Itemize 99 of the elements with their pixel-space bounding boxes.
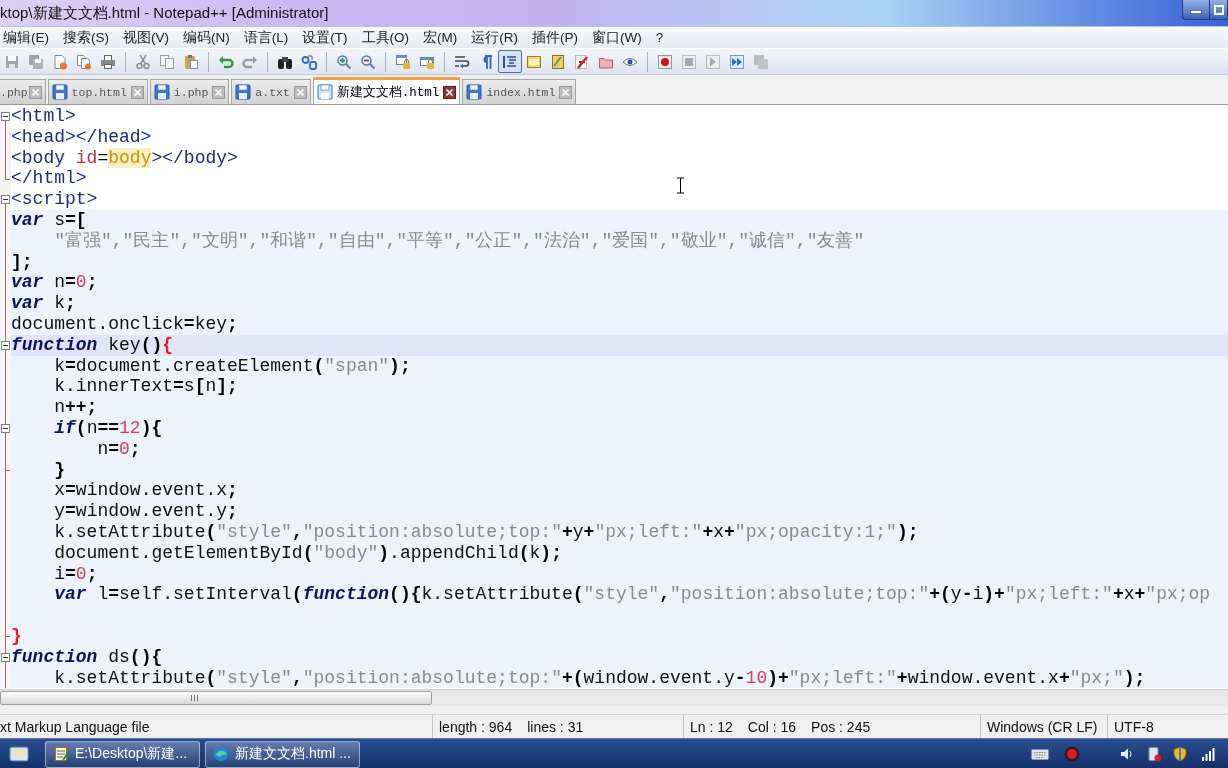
code-line: n=0; [97, 438, 141, 460]
swap-icon [301, 53, 317, 70]
panel-icon [526, 53, 542, 70]
notepad-icon [53, 746, 69, 762]
status-text: UTF-8 [1114, 718, 1154, 735]
code-line: x=window.event.x; [54, 480, 238, 502]
page-slash-icon [574, 53, 590, 70]
scrollbar-thumb[interactable] [0, 691, 432, 705]
code-line: <script> [11, 189, 98, 210]
documents-dot-icon [76, 53, 92, 70]
status-text: length : 964 [439, 718, 513, 735]
record-icon[interactable] [1064, 746, 1080, 762]
code-line: k=document.createElement("span"); [54, 355, 411, 377]
status-text: lines : 31 [527, 718, 584, 735]
code-line: function key(){ [11, 334, 174, 356]
code-line: k.setAttribute("style","position:absolute;top:"+(window.event.y-10)+"px;left:"+window.event.x+"px;"); [54, 667, 1146, 689]
signal-bars-icon[interactable] [1201, 746, 1216, 762]
minimize-button[interactable] [1182, 0, 1210, 20]
file-tab[interactable]: .php [0, 79, 46, 104]
zoom-in-icon [336, 53, 352, 70]
menu-item[interactable]: 编辑(E) [0, 28, 52, 47]
code-line: } [11, 625, 22, 647]
menu-item[interactable]: 设置(T) [299, 28, 351, 47]
window-frame-icon [1213, 4, 1224, 15]
text-cursor-icon [676, 177, 685, 194]
code-line: ]; [11, 251, 33, 273]
taskbar-button[interactable]: 新建文文档.html ... [205, 740, 360, 768]
status-text: Col : 16 [747, 718, 797, 735]
fold-minus-icon[interactable] [1, 423, 10, 433]
code-line: if(n==12){ [54, 417, 163, 439]
menu-item[interactable]: 窗口(W) [589, 28, 645, 47]
stop-icon [681, 53, 697, 70]
menu-item[interactable]: 搜索(S) [60, 28, 112, 47]
keyboard-icon[interactable] [1031, 746, 1049, 762]
code-line: var k; [11, 293, 76, 314]
file-tab[interactable]: a.txt [231, 79, 311, 104]
menu-item[interactable]: 宏(M) [420, 28, 461, 47]
fold-minus-icon[interactable] [1, 340, 10, 350]
taskbar-button[interactable]: E:\Desktop\新建... [45, 740, 200, 768]
menu-item[interactable]: 编码(N) [180, 28, 233, 47]
redo-arrow-icon [242, 53, 258, 70]
code-line: document.onclick=key; [11, 313, 238, 335]
close-icon[interactable] [443, 85, 457, 99]
shield-icon[interactable] [1172, 746, 1188, 762]
zoom-out-icon [360, 53, 376, 70]
printer-icon [100, 53, 116, 70]
code-line: var n=0; [11, 272, 98, 294]
record-icon [657, 53, 673, 70]
code-line: <html> [11, 106, 76, 127]
maximize-button[interactable] [1210, 0, 1228, 20]
code-line: } [54, 459, 65, 481]
file-tab[interactable]: 新建文文档.html [312, 77, 461, 104]
indent-guide-button[interactable] [498, 50, 522, 73]
stacked-floppies-icon [28, 53, 44, 70]
status-text: Windows (CR LF) [987, 718, 1098, 735]
fold-minus-icon[interactable] [1, 195, 10, 205]
code-line: </html> [11, 168, 87, 190]
file-tab[interactable]: top.html [47, 79, 148, 104]
status-text: Pos : 245 [811, 718, 871, 735]
status-text: xt Markup Language file [0, 718, 150, 735]
code-line: y=window.event.y; [54, 501, 238, 522]
menu-item[interactable]: 运行(R) [468, 28, 521, 47]
status-text: Ln : 12 [690, 718, 733, 735]
fast-forward-icon [729, 53, 745, 70]
framed-slash-icon [550, 53, 566, 70]
minimize-icon [1190, 10, 1202, 14]
code-line: <head></head> [11, 126, 152, 148]
menu-item[interactable]: 工具(O) [358, 28, 412, 47]
code-line: <body id=body></body> [11, 147, 238, 169]
copy-icon [159, 53, 175, 70]
window-title: ktop\新建文文档.html - Notepad++ [Administrator] [0, 3, 329, 23]
file-tab[interactable]: i.php [149, 79, 230, 104]
code-line: k.setAttribute("style","position:absolute;top:"+y+"px;left:"+x+"px;opacity:1;"); [54, 521, 919, 543]
file-tab[interactable]: index.html [462, 79, 577, 104]
fold-minus-icon[interactable] [1, 652, 10, 662]
swirl-icon [213, 746, 229, 762]
code-line: function ds(){ [11, 646, 163, 668]
code-line: n++; [54, 397, 98, 418]
window-lock-icon [395, 53, 411, 70]
clipboard-icon [183, 53, 199, 70]
code-line: var l=self.setInterval(function(){k.setAttribute("style","position:absolute;top:"+(y-i)+"px;left:"+x+"px;op [54, 584, 1211, 606]
speaker-icon[interactable] [1120, 746, 1134, 762]
indent-lines-icon [502, 53, 518, 70]
play-icon [705, 53, 721, 70]
code-line: k.innerText=s[n]; [54, 376, 238, 398]
code-line: i=0; [54, 563, 98, 585]
menu-item[interactable]: 插件(P) [529, 28, 581, 47]
device-alert-icon[interactable] [1146, 746, 1162, 762]
code-line: var s=[ [11, 210, 87, 231]
desktop-icon[interactable] [9, 745, 29, 763]
word-wrap-icon [454, 53, 470, 70]
menu-item[interactable]: 视图(V) [120, 28, 172, 47]
fold-minus-icon[interactable] [1, 112, 10, 121]
code-line: "富强","民主","文明","和谐","自由","平等","公正","法治","爱国","敬业","诚信","友善" [54, 230, 865, 252]
code-line: document.getElementById("body").appendChild(k); [54, 542, 562, 564]
scissors-icon [135, 53, 151, 70]
menu-item[interactable]: 语言(L) [240, 28, 292, 47]
stacked-squares-icon [753, 53, 769, 70]
menu-item[interactable]: ? [652, 28, 667, 47]
